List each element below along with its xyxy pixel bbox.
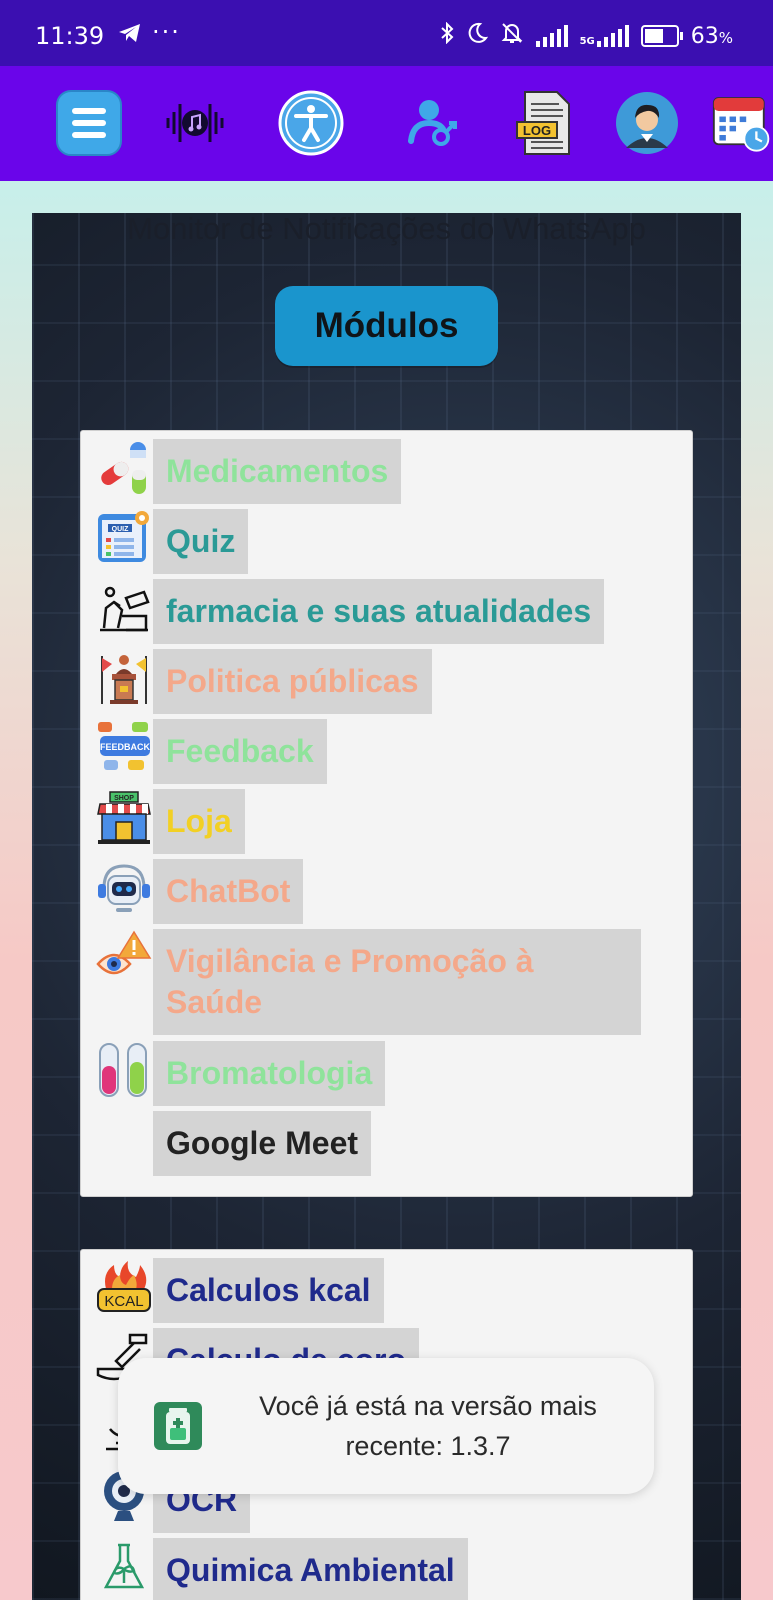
test-tubes-icon	[95, 1041, 153, 1099]
status-bar: 11:39 ··· 5G 63%	[0, 0, 773, 66]
kcal-icon: KCAL	[95, 1258, 153, 1316]
svg-text:KCAL: KCAL	[104, 1293, 143, 1310]
avatar-icon[interactable]	[614, 90, 680, 156]
status-icons: 5G 63%	[440, 21, 733, 50]
eye-warning-icon	[95, 929, 153, 987]
module-label: Medicamentos	[153, 439, 402, 504]
module-label: Bromatologia	[153, 1041, 386, 1106]
update-toast: Você já está na versão mais recente: 1.3…	[118, 1358, 654, 1494]
shop-icon: SHOP	[95, 789, 153, 847]
flask-plant-icon	[95, 1538, 153, 1596]
5g-signal-icon: 5G	[580, 25, 629, 47]
svg-text:SHOP: SHOP	[114, 795, 134, 802]
robot-icon	[95, 859, 153, 917]
network-label: 5G	[579, 36, 595, 47]
menu-icon[interactable]	[56, 90, 122, 156]
telegram-icon	[118, 22, 142, 50]
user-gender-icon[interactable]	[400, 90, 466, 156]
monitor-title: Monitor de Notificações do WhatsApp	[127, 213, 646, 246]
toast-message: Você já está na versão mais recente: 1.3…	[259, 1391, 597, 1461]
log-file-icon[interactable]: LOG	[512, 90, 578, 156]
top-toolbar: LOG	[0, 66, 773, 181]
module-item-medicamentos[interactable]: Medicamentos	[95, 439, 402, 504]
module-label: ChatBot	[153, 859, 304, 924]
module-item-farmacia[interactable]: farmacia e suas atualidades	[95, 579, 605, 644]
moon-icon	[466, 22, 488, 50]
bell-off-icon	[500, 22, 524, 50]
module-label: Google Meet	[153, 1111, 372, 1176]
module-item-feedback[interactable]: FEEDBACK Feedback	[95, 719, 327, 784]
signal-icon	[535, 25, 568, 47]
modules-panel: Medicamentos QUIZ Quiz farmacia e suas a…	[80, 430, 693, 1197]
module-label: Politica públicas	[153, 649, 432, 714]
music-icon[interactable]	[162, 90, 228, 156]
module-label: Loja	[153, 789, 245, 854]
module-label: Feedback	[153, 719, 327, 784]
app-battery-icon	[154, 1402, 202, 1450]
svg-text:QUIZ: QUIZ	[112, 526, 129, 533]
pills-icon	[95, 439, 153, 497]
log-label: LOG	[523, 123, 551, 138]
feedback-icon: FEEDBACK	[95, 719, 153, 777]
module-label: Quimica Ambiental	[153, 1538, 468, 1600]
module-item-google-meet[interactable]: Google Meet	[95, 1111, 372, 1176]
modules-button[interactable]: Módulos	[275, 286, 498, 366]
status-time: 11:39	[35, 22, 105, 50]
svg-text:FEEDBACK: FEEDBACK	[100, 742, 151, 752]
module-label: Calculos kcal	[153, 1258, 384, 1323]
battery-percent: 63%	[690, 23, 733, 49]
module-item-chatbot[interactable]: ChatBot	[95, 859, 304, 924]
module-label: farmacia e suas atualidades	[153, 579, 605, 644]
quiz-icon: QUIZ	[95, 509, 153, 567]
notification-dots: ···	[152, 18, 181, 46]
accessibility-icon[interactable]	[278, 90, 344, 156]
module-item-quiz[interactable]: QUIZ Quiz	[95, 509, 249, 574]
module-item-calculos-kcal[interactable]: KCAL Calculos kcal	[95, 1258, 384, 1323]
battery-icon	[640, 25, 683, 47]
module-item-politica[interactable]: Politica públicas	[95, 649, 432, 714]
pharmacy-icon	[95, 579, 153, 637]
module-item-bromatologia[interactable]: Bromatologia	[95, 1041, 386, 1106]
module-item-vigilancia[interactable]: Vigilância e Promoção à Saúde	[95, 929, 641, 1035]
module-item-quimica-ambiental[interactable]: Quimica Ambiental	[95, 1538, 468, 1600]
module-label: Vigilância e Promoção à Saúde	[153, 929, 641, 1035]
bluetooth-icon	[440, 21, 454, 50]
module-label: Quiz	[153, 509, 249, 574]
meet-icon-placeholder	[95, 1111, 153, 1169]
podium-icon	[95, 649, 153, 707]
module-item-loja[interactable]: SHOP Loja	[95, 789, 245, 854]
calendar-clock-icon[interactable]	[712, 90, 773, 156]
